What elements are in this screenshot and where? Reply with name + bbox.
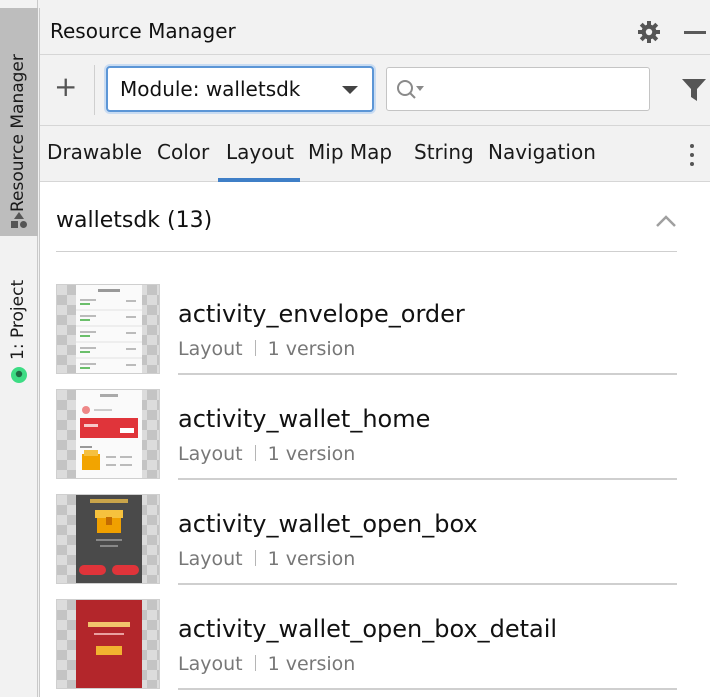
module-select[interactable]: Module: walletsdk <box>106 66 374 112</box>
layout-thumbnail <box>56 599 160 689</box>
item-divider <box>178 688 677 690</box>
resource-type: Layout <box>178 653 243 675</box>
item-divider <box>178 373 677 375</box>
panel-toolbar: + Module: walletsdk <box>40 55 710 126</box>
list-item[interactable]: activity_wallet_open_box_detail Layout 1 … <box>56 599 677 695</box>
resource-type-tabs: Drawable Color Layout Mip Map String Nav… <box>40 126 710 182</box>
layout-preview-wallet-home <box>76 390 142 478</box>
layout-thumbnail <box>56 494 160 584</box>
resource-name: activity_envelope_order <box>178 300 465 328</box>
tool-window-strip: Resource Manager 1: Project <box>0 0 38 697</box>
resource-meta: Layout 1 version <box>178 338 355 360</box>
tab-layout[interactable]: Layout <box>226 140 294 164</box>
project-side-tab-label: 1: Project <box>8 279 28 360</box>
resource-versions: 1 version <box>267 653 356 675</box>
panel-title: Resource Manager <box>50 19 236 43</box>
search-input[interactable] <box>429 74 641 104</box>
resource-type: Layout <box>178 443 243 465</box>
resource-versions: 1 version <box>267 338 356 360</box>
resource-name: activity_wallet_open_box <box>178 510 478 538</box>
resource-meta: Layout 1 version <box>178 653 355 675</box>
resource-meta: Layout 1 version <box>178 443 355 465</box>
filter-icon[interactable] <box>682 79 706 101</box>
chevron-up-icon[interactable] <box>655 214 677 228</box>
resource-list: walletsdk (13) activity_envelope_order L… <box>40 182 710 697</box>
resource-manager-side-tab-label: Resource Manager <box>8 54 28 212</box>
chevron-down-icon <box>342 86 358 94</box>
resource-manager-panel: Resource Manager + Module: walletsdk Dra… <box>39 8 710 697</box>
tab-mip-map[interactable]: Mip Map <box>308 140 392 164</box>
layout-preview-wallet-open-box-detail <box>76 600 142 688</box>
resource-manager-icon <box>11 212 27 228</box>
layout-preview-envelope-order <box>76 285 142 373</box>
group-title: walletsdk (13) <box>56 208 213 233</box>
meta-divider <box>254 550 256 566</box>
more-vert-icon[interactable] <box>690 144 696 166</box>
add-resource-button[interactable]: + <box>54 73 77 101</box>
meta-divider <box>254 655 256 671</box>
list-item[interactable]: activity_wallet_open_box Layout 1 version <box>56 494 677 590</box>
resource-name: activity_wallet_home <box>178 405 431 433</box>
layout-thumbnail <box>56 389 160 479</box>
resource-meta: Layout 1 version <box>178 548 355 570</box>
search-box[interactable] <box>386 67 650 111</box>
tab-string[interactable]: String <box>414 140 474 164</box>
minimize-icon[interactable] <box>684 31 706 34</box>
panel-title-bar: Resource Manager <box>40 8 710 55</box>
android-icon <box>11 367 27 383</box>
search-icon <box>397 80 424 99</box>
module-select-value: Module: walletsdk <box>120 77 301 101</box>
resource-type: Layout <box>178 338 243 360</box>
list-item[interactable]: activity_envelope_order Layout 1 version <box>56 284 677 380</box>
scrollbar[interactable] <box>702 182 710 697</box>
resource-versions: 1 version <box>267 548 356 570</box>
layout-thumbnail <box>56 284 160 374</box>
list-item[interactable]: activity_wallet_home Layout 1 version <box>56 389 677 485</box>
tab-color[interactable]: Color <box>157 140 209 164</box>
meta-divider <box>254 340 256 356</box>
resource-manager-side-tab[interactable]: Resource Manager <box>0 8 38 236</box>
tab-drawable[interactable]: Drawable <box>47 140 142 164</box>
resource-type: Layout <box>178 548 243 570</box>
item-divider <box>178 583 677 585</box>
item-divider <box>178 478 677 480</box>
project-side-tab[interactable]: 1: Project <box>0 262 38 392</box>
resource-versions: 1 version <box>267 443 356 465</box>
group-header[interactable]: walletsdk (13) <box>56 200 677 252</box>
meta-divider <box>254 445 256 461</box>
resource-name: activity_wallet_open_box_detail <box>178 615 558 643</box>
tab-navigation[interactable]: Navigation <box>488 140 596 164</box>
gear-icon[interactable] <box>637 20 661 44</box>
layout-preview-wallet-open-box <box>76 495 142 583</box>
toolbar-divider <box>94 65 95 115</box>
